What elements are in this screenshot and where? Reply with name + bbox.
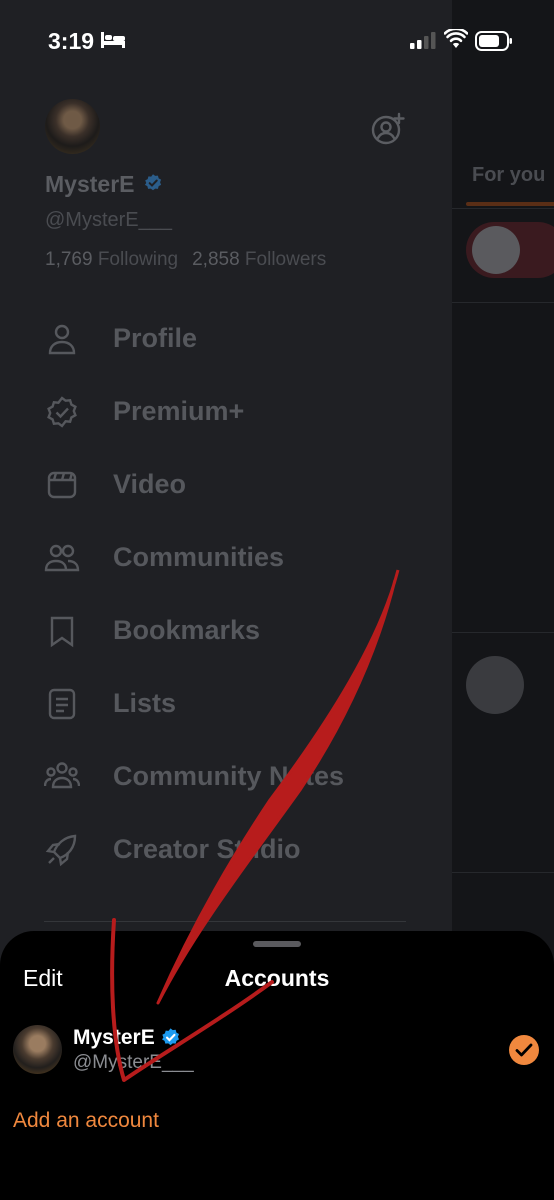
verified-badge-icon	[160, 1027, 181, 1053]
following-label: Following	[97, 249, 179, 270]
nav-item-community-notes[interactable]: Community Notes	[44, 751, 444, 801]
timeline-divider	[452, 208, 554, 209]
add-account-icon[interactable]	[371, 112, 405, 151]
person-icon	[48, 324, 76, 355]
nav-label: Creator Studio	[113, 834, 301, 864]
following-link[interactable]: 1,769 Following	[45, 249, 178, 270]
following-count: 1,769	[45, 249, 93, 270]
video-icon	[47, 471, 77, 499]
profile-avatar[interactable]	[45, 99, 100, 154]
add-account-link[interactable]: Add an account	[13, 1109, 159, 1133]
sheet-title: Accounts	[224, 965, 330, 991]
nav-item-video[interactable]: Video	[44, 459, 444, 509]
list-icon	[48, 688, 76, 720]
verified-badge-icon	[143, 173, 163, 198]
nav-item-profile[interactable]: Profile	[44, 313, 444, 363]
nav-label: Community Notes	[113, 761, 345, 791]
status-time: 3:19	[48, 28, 95, 54]
community-notes-icon	[44, 762, 80, 789]
bookmark-icon	[50, 616, 74, 648]
account-avatar[interactable]	[13, 1025, 62, 1074]
nav-label: Premium+	[113, 396, 245, 426]
followers-link[interactable]: 2,858 Followers	[192, 249, 326, 270]
sheet-grabber[interactable]	[253, 941, 301, 947]
post-avatar	[466, 656, 524, 714]
followers-label: Followers	[244, 249, 327, 270]
drawer-display-name: MysterE	[45, 171, 135, 197]
nav-item-bookmarks[interactable]: Bookmarks	[44, 605, 444, 655]
nav-item-creator-studio[interactable]: Creator Studio	[44, 824, 444, 874]
tab-underline	[466, 202, 554, 206]
nav-label: Lists	[113, 688, 177, 718]
nav-item-communities[interactable]: Communities	[44, 532, 444, 582]
nav-item-premium[interactable]: Premium+	[44, 386, 444, 436]
account-name[interactable]: MysterE	[73, 1026, 155, 1050]
wifi-icon	[443, 27, 469, 54]
tab-for-you[interactable]: For you	[472, 164, 545, 187]
battery-icon	[475, 31, 513, 56]
followers-count: 2,858	[192, 249, 240, 270]
nav-label: Communities	[113, 542, 285, 572]
timeline-divider	[452, 302, 554, 303]
drawer-divider	[44, 921, 406, 922]
timeline-divider	[452, 632, 554, 633]
communities-icon	[44, 544, 80, 572]
account-handle: @MysterE___	[73, 1052, 194, 1073]
selected-check-icon	[509, 1035, 539, 1065]
follow-stats: 1,769 Following 2,858 Followers	[45, 249, 326, 271]
verified-badge-icon	[47, 396, 77, 428]
nav-label: Profile	[113, 323, 198, 353]
accounts-sheet: Edit Accounts MysterE @MysterE___ Add an…	[0, 931, 554, 1200]
cellular-signal-icon	[410, 32, 437, 54]
timeline-divider	[452, 872, 554, 873]
nav-label: Bookmarks	[113, 615, 261, 645]
rocket-icon	[45, 834, 77, 867]
pill-avatar	[472, 226, 520, 274]
nav-label: Video	[113, 469, 187, 499]
drawer-handle: @MysterE___	[45, 209, 173, 231]
nav-item-lists[interactable]: Lists	[44, 678, 444, 728]
bed-icon	[101, 32, 125, 53]
status-bar: 3:19	[0, 0, 554, 84]
